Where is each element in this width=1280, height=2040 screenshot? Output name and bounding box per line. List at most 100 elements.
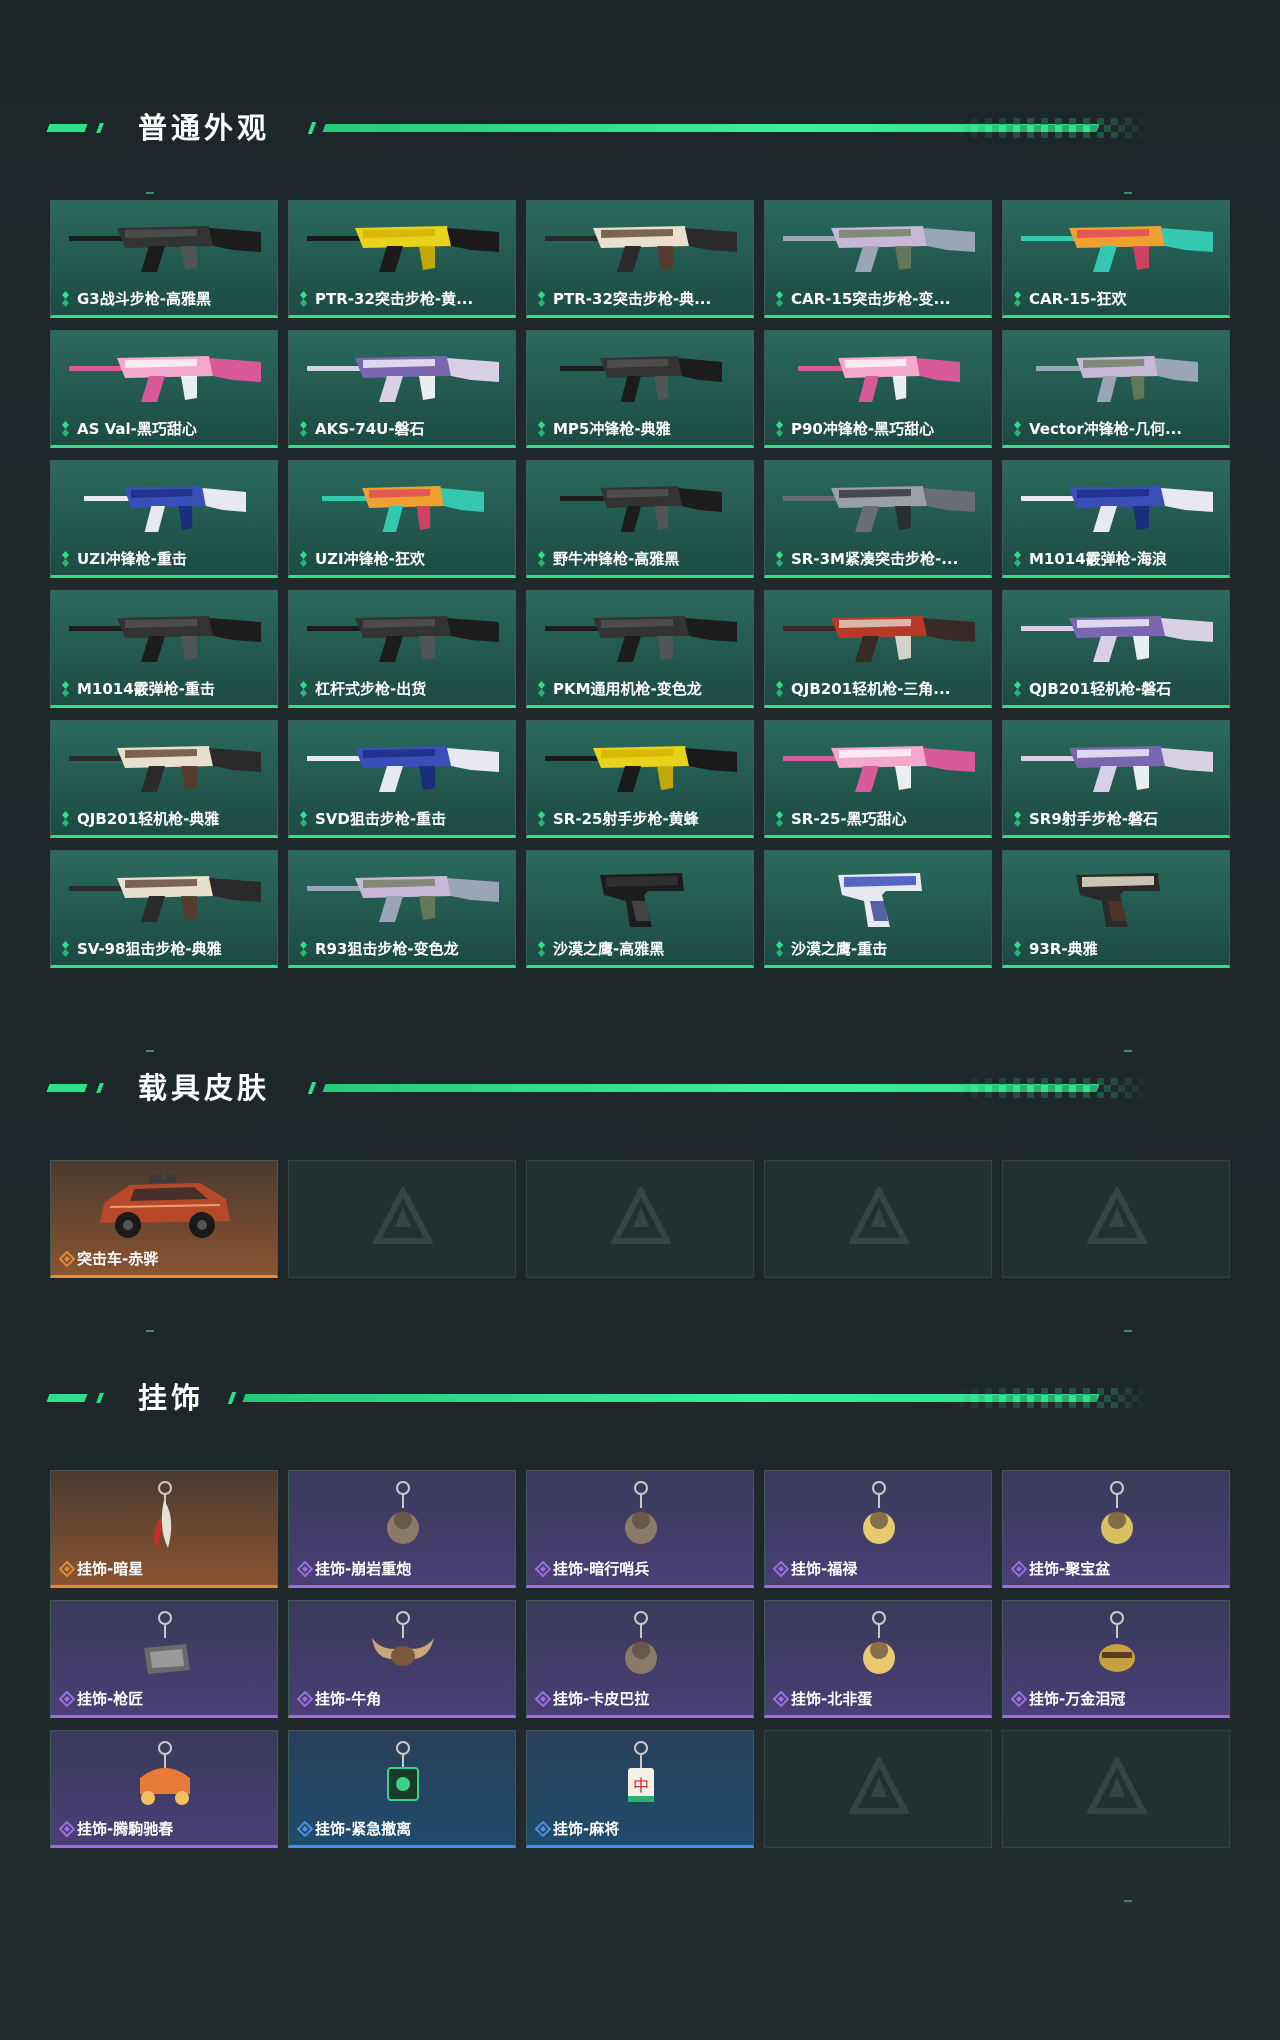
item-name: 挂饰-暗行哨兵 <box>553 1560 650 1578</box>
item-name: SR-25射手步枪-黄蜂 <box>553 810 699 828</box>
rifle-yellow-icon <box>299 209 507 285</box>
skin-card[interactable]: Vector冲锋枪-几何... <box>1002 330 1230 448</box>
rarity-diamond-icon <box>1011 810 1024 827</box>
skin-card[interactable]: UZI冲锋枪-狂欢 <box>288 460 516 578</box>
skin-card[interactable]: AS Val-黑巧甜心 <box>50 330 278 448</box>
skin-card[interactable]: R93狙击步枪-变色龙 <box>288 850 516 968</box>
item-name: MP5冲锋枪-典雅 <box>553 420 671 438</box>
item-name: M1014霰弹枪-海浪 <box>1029 550 1167 568</box>
card-label-row: Vector冲锋枪-几何... <box>1011 418 1223 439</box>
skin-card[interactable]: PTR-32突击步枪-黄... <box>288 200 516 318</box>
item-name: CAR-15突击步枪-变... <box>791 290 951 308</box>
shotgun-white-icon <box>61 599 269 675</box>
item-name: G3战斗步枪-高雅黑 <box>77 290 211 308</box>
vehicle-card[interactable]: 突击车-赤骅 <box>50 1160 278 1278</box>
header-accent-tick <box>307 122 317 134</box>
card-label-row: R93狙击步枪-变色龙 <box>297 938 509 959</box>
charm-card[interactable]: 挂饰-崩岩重炮 <box>288 1470 516 1588</box>
skin-card[interactable]: 93R-典雅 <box>1002 850 1230 968</box>
item-name: PTR-32突击步枪-黄... <box>315 290 474 308</box>
charm-card[interactable]: 挂饰-北非蛋 <box>764 1600 992 1718</box>
skin-card[interactable]: M1014霰弹枪-海浪 <box>1002 460 1230 578</box>
skin-card[interactable]: 沙漠之鹰-高雅黑 <box>526 850 754 968</box>
card-label-row: UZI冲锋枪-狂欢 <box>297 548 509 569</box>
skin-card[interactable]: UZI冲锋枪-重击 <box>50 460 278 578</box>
rarity-diamond-icon <box>59 290 72 307</box>
item-name: M1014霰弹枪-重击 <box>77 680 215 698</box>
card-label-row: 挂饰-麻将 <box>535 1818 747 1839</box>
skin-card[interactable]: CAR-15突击步枪-变... <box>764 200 992 318</box>
skin-card[interactable]: MP5冲锋枪-典雅 <box>526 330 754 448</box>
card-label-row: QJB201轻机枪-典雅 <box>59 808 271 829</box>
smg-carnival-icon <box>299 469 507 545</box>
rarity-diamond-icon <box>297 1820 313 1837</box>
item-name: 野牛冲锋枪-高雅黑 <box>553 550 680 568</box>
skin-card[interactable]: 沙漠之鹰-重击 <box>764 850 992 968</box>
skin-card[interactable]: PTR-32突击步枪-典... <box>526 200 754 318</box>
charm-card[interactable]: 挂饰-牛角 <box>288 1600 516 1718</box>
item-name: P90冲锋枪-黑巧甜心 <box>791 420 935 438</box>
lmg-wood-icon <box>61 729 269 805</box>
rarity-diamond-icon <box>535 290 548 307</box>
section-title: 挂饰 <box>138 1381 205 1415</box>
sniper-blue-icon <box>299 729 507 805</box>
charm-card[interactable]: 挂饰-暗星 <box>50 1470 278 1588</box>
skin-card[interactable]: QJB201轻机枪-典雅 <box>50 720 278 838</box>
item-name: 沙漠之鹰-高雅黑 <box>553 940 665 958</box>
card-label-row: AKS-74U-磐石 <box>297 418 509 439</box>
charm-grid: 挂饰-暗星 挂饰-崩岩重炮 挂饰-暗行哨兵 挂饰-福禄 挂饰-聚宝盆 挂饰-枪匠 <box>50 1470 1230 1848</box>
charm-card[interactable]: 挂饰-聚宝盆 <box>1002 1470 1230 1588</box>
item-name: 挂饰-聚宝盆 <box>1029 1560 1111 1578</box>
skin-card[interactable]: QJB201轻机枪-磐石 <box>1002 590 1230 708</box>
item-name: 挂饰-紧急撤离 <box>315 1820 412 1838</box>
shotgun-blue-icon <box>1013 469 1221 545</box>
rarity-diamond-icon <box>297 810 310 827</box>
rarity-diamond-icon <box>1011 420 1024 437</box>
item-name: 挂饰-卡皮巴拉 <box>553 1690 650 1708</box>
item-name: 挂饰-腾駒驰春 <box>77 1820 174 1838</box>
marksman-pink-icon <box>775 729 983 805</box>
game-logo-icon <box>1086 1184 1148 1247</box>
vehicle-skin-grid: 突击车-赤骅 <box>50 1160 1230 1278</box>
rarity-diamond-icon <box>59 940 72 957</box>
card-label-row: SR9射手步枪-磐石 <box>1011 808 1223 829</box>
card-label-row: MP5冲锋枪-典雅 <box>535 418 747 439</box>
rarity-diamond-icon <box>1011 290 1024 307</box>
skin-card[interactable]: PKM通用机枪-变色龙 <box>526 590 754 708</box>
card-label-row: 挂饰-福禄 <box>773 1558 985 1579</box>
skin-card[interactable]: CAR-15-狂欢 <box>1002 200 1230 318</box>
skin-card[interactable]: P90冲锋枪-黑巧甜心 <box>764 330 992 448</box>
rifle-black-icon <box>61 209 269 285</box>
skin-card[interactable]: QJB201轻机枪-三角... <box>764 590 992 708</box>
marksman-purple-icon <box>1013 729 1221 805</box>
skin-card[interactable]: M1014霰弹枪-重击 <box>50 590 278 708</box>
charm-card[interactable]: 挂饰-紧急撤离 <box>288 1730 516 1848</box>
rarity-diamond-icon <box>59 810 72 827</box>
charm-card[interactable]: 挂饰-万金泪冠 <box>1002 1600 1230 1718</box>
rarity-diamond-icon <box>773 550 786 567</box>
charm-card[interactable]: 中 挂饰-麻将 <box>526 1730 754 1848</box>
charm-card[interactable]: 挂饰-腾駒驰春 <box>50 1730 278 1848</box>
skin-card[interactable]: SV-98狙击步枪-典雅 <box>50 850 278 968</box>
skin-card[interactable]: SR-25射手步枪-黄蜂 <box>526 720 754 838</box>
skin-card[interactable]: AKS-74U-磐石 <box>288 330 516 448</box>
skin-card[interactable]: SR-3M紧凑突击步枪-... <box>764 460 992 578</box>
item-name: 挂饰-麻将 <box>553 1820 620 1838</box>
charm-card[interactable]: 挂饰-福禄 <box>764 1470 992 1588</box>
skin-card[interactable]: SR9射手步枪-磐石 <box>1002 720 1230 838</box>
game-logo-icon <box>610 1184 672 1247</box>
card-label-row: SR-25-黑巧甜心 <box>773 808 985 829</box>
skin-card[interactable]: SR-25-黑巧甜心 <box>764 720 992 838</box>
smg-geo-icon <box>1013 339 1221 415</box>
skin-card[interactable]: SVD狙击步枪-重击 <box>288 720 516 838</box>
skin-card[interactable]: G3战斗步枪-高雅黑 <box>50 200 278 318</box>
skin-card[interactable]: 野牛冲锋枪-高雅黑 <box>526 460 754 578</box>
charm-card[interactable]: 挂饰-暗行哨兵 <box>526 1470 754 1588</box>
item-name: 沙漠之鹰-重击 <box>791 940 888 958</box>
charm-card[interactable]: 挂饰-枪匠 <box>50 1600 278 1718</box>
skin-card[interactable]: 杠杆式步枪-出货 <box>288 590 516 708</box>
header-accent-tick <box>227 1392 237 1404</box>
item-name: SVD狙击步枪-重击 <box>315 810 447 828</box>
item-name: QJB201轻机枪-磐石 <box>1029 680 1172 698</box>
charm-card[interactable]: 挂饰-卡皮巴拉 <box>526 1600 754 1718</box>
